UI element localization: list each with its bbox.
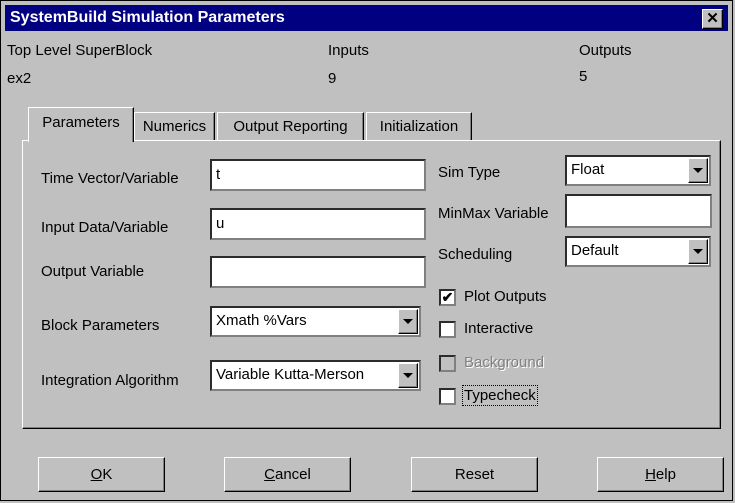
outputs-label: Outputs <box>579 42 632 59</box>
inputs-label: Inputs <box>328 42 369 59</box>
plot-outputs-checkbox[interactable]: ✔ <box>439 289 456 306</box>
chevron-down-icon[interactable] <box>688 239 708 264</box>
scheduling-dropdown[interactable]: Default <box>565 236 711 267</box>
reset-button[interactable]: Reset <box>411 457 538 492</box>
integration-algorithm-value: Variable Kutta-Merson <box>216 366 365 383</box>
typecheck-checkbox[interactable] <box>439 388 456 405</box>
integration-algorithm-dropdown[interactable]: Variable Kutta-Merson <box>210 360 421 391</box>
block-parameters-dropdown[interactable]: Xmath %Vars <box>210 306 421 337</box>
ok-button-label: K <box>102 466 113 483</box>
sim-type-dropdown[interactable]: Float <box>565 155 711 186</box>
scheduling-label: Scheduling <box>438 246 513 263</box>
tab-output-reporting-label: Output Reporting <box>233 118 348 135</box>
output-variable-label: Output Variable <box>41 263 145 280</box>
window-title: SystemBuild Simulation Parameters <box>10 9 285 26</box>
background-checkbox <box>439 355 456 372</box>
output-variable-input[interactable] <box>210 256 426 288</box>
chevron-down-icon[interactable] <box>688 158 708 183</box>
inputs-value: 9 <box>328 70 337 87</box>
tab-initialization-label: Initialization <box>379 118 459 135</box>
help-button-label: Help <box>645 466 676 483</box>
tab-parameters[interactable]: Parameters <box>28 107 134 142</box>
ok-button[interactable]: OK <box>38 457 165 492</box>
tab-numerics[interactable]: Numerics <box>134 112 215 140</box>
time-vector-label: Time Vector/Variable <box>41 170 179 187</box>
interactive-label: Interactive <box>464 320 534 337</box>
integration-algorithm-label: Integration Algorithm <box>41 372 179 389</box>
input-data-label: Input Data/Variable <box>41 219 169 236</box>
superblock-label: Top Level SuperBlock <box>7 42 153 59</box>
simulation-parameters-dialog: SystemBuild Simulation Parameters ✕ Top … <box>0 0 733 501</box>
time-vector-input[interactable]: t <box>210 159 426 191</box>
block-parameters-label: Block Parameters <box>41 317 160 334</box>
background-label: Background <box>464 354 545 371</box>
typecheck-label: Typecheck <box>462 385 538 406</box>
help-button[interactable]: Help <box>597 457 724 492</box>
sim-type-value: Float <box>571 161 605 178</box>
tab-initialization[interactable]: Initialization <box>366 112 472 140</box>
superblock-value: ex2 <box>7 70 32 87</box>
input-data-input[interactable]: u <box>210 208 426 240</box>
scheduling-value: Default <box>571 242 619 259</box>
title-bar[interactable]: SystemBuild Simulation Parameters ✕ <box>5 5 728 31</box>
interactive-checkbox[interactable] <box>439 321 456 338</box>
tab-numerics-label: Numerics <box>142 118 207 135</box>
chevron-down-icon[interactable] <box>398 363 418 388</box>
reset-button-label: Reset <box>454 466 495 483</box>
close-button[interactable]: ✕ <box>702 9 723 29</box>
tab-output-reporting[interactable]: Output Reporting <box>217 112 364 140</box>
cancel-button-label: Cancel <box>264 466 311 483</box>
chevron-down-icon[interactable] <box>398 309 418 334</box>
tab-parameters-label: Parameters <box>42 114 120 131</box>
outputs-value: 5 <box>579 68 588 85</box>
minmax-variable-input[interactable] <box>565 194 712 228</box>
minmax-variable-label: MinMax Variable <box>438 205 549 222</box>
block-parameters-value: Xmath %Vars <box>216 312 307 329</box>
plot-outputs-label: Plot Outputs <box>464 288 547 305</box>
sim-type-label: Sim Type <box>438 164 501 181</box>
cancel-button[interactable]: Cancel <box>224 457 351 492</box>
